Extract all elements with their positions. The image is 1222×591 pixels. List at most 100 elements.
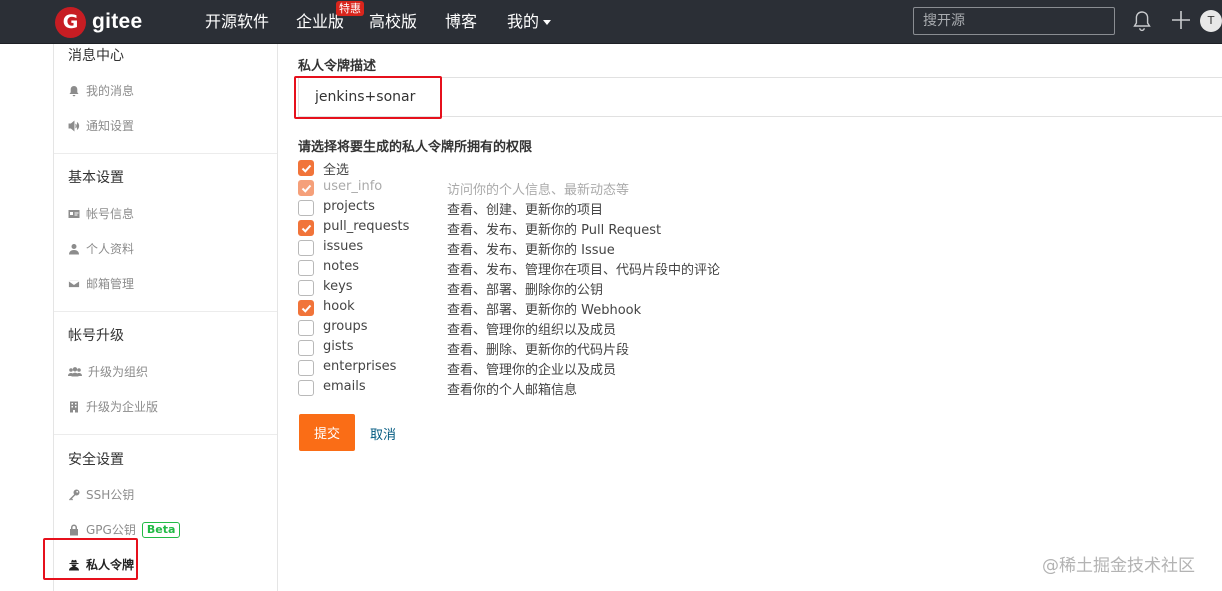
sidebar-item-email[interactable]: 邮箱管理 <box>68 275 134 292</box>
top-navbar: G gitee 开源软件 企业版 特惠 高校版 博客 我的 T <box>0 0 1222 44</box>
permission-description: 查看、部署、删除你的公钥 <box>447 283 604 298</box>
permission-row-enterprises[interactable]: enterprises 查看、管理你的企业以及成员 <box>298 358 998 378</box>
permission-name: groups <box>323 319 368 334</box>
bell-icon <box>69 85 79 96</box>
checkmark-icon <box>301 184 311 193</box>
permission-row-notes[interactable]: notes 查看、发布、管理你在项目、代码片段中的评论 <box>298 258 998 278</box>
permission-checkbox[interactable] <box>298 300 314 316</box>
sidebar-item-messages[interactable]: 我的消息 <box>68 82 134 99</box>
nav-open-source[interactable]: 开源软件 <box>205 11 269 33</box>
sidebar-item-profile[interactable]: 个人资料 <box>68 240 134 257</box>
permission-checkbox[interactable] <box>298 280 314 296</box>
plus-icon[interactable] <box>1170 9 1192 31</box>
nav-mine[interactable]: 我的 <box>507 11 552 33</box>
watermark-text: @稀土掘金技术社区 <box>1042 556 1195 576</box>
permission-row-issues[interactable]: issues 查看、发布、更新你的 Issue <box>298 238 998 258</box>
sidebar-item-label: 个人资料 <box>86 242 135 256</box>
submit-button[interactable]: 提交 <box>299 414 355 451</box>
search-input[interactable] <box>913 7 1115 35</box>
permission-checkbox[interactable] <box>298 380 314 396</box>
notification-bell-icon[interactable] <box>1133 10 1151 32</box>
building-icon <box>70 401 78 412</box>
select-all-row[interactable]: 全选 <box>298 158 998 178</box>
settings-sidebar: 消息中心 我的消息 通知设置 基本设置 帐号信息 个人资料 邮箱管理 帐号升级 … <box>53 44 278 591</box>
permission-checkbox[interactable] <box>298 220 314 236</box>
avatar[interactable]: T <box>1200 10 1222 32</box>
user-secret-icon <box>69 559 79 570</box>
sidebar-item-upgrade-enterprise[interactable]: 升级为企业版 <box>68 398 158 415</box>
gitee-logo[interactable]: G gitee <box>55 6 143 38</box>
permission-name: enterprises <box>323 359 397 374</box>
permission-row-hook[interactable]: hook 查看、部署、更新你的 Webhook <box>298 298 998 318</box>
permission-row-keys[interactable]: keys 查看、部署、删除你的公钥 <box>298 278 998 298</box>
sidebar-item-account-info[interactable]: 帐号信息 <box>68 205 134 222</box>
permission-checkbox[interactable] <box>298 340 314 356</box>
divider <box>54 153 277 154</box>
sidebar-item-ssh-keys[interactable]: SSH公钥 <box>68 486 134 503</box>
gitee-logo-icon: G <box>55 6 86 38</box>
sidebar-item-label: 帐号信息 <box>86 207 135 221</box>
permission-checkbox[interactable] <box>298 360 314 376</box>
sidebar-item-label: 我的消息 <box>86 84 135 98</box>
sidebar-item-label: 升级为企业版 <box>86 400 159 414</box>
permissions-label: 请选择将要生成的私人令牌所拥有的权限 <box>298 140 533 155</box>
permission-checkbox[interactable] <box>298 200 314 216</box>
permission-description: 查看、发布、更新你的 Issue <box>447 243 615 258</box>
nav-mine-label: 我的 <box>507 12 540 31</box>
select-all-label: 全选 <box>323 163 350 178</box>
nav-education[interactable]: 高校版 <box>369 11 417 33</box>
permission-row-emails[interactable]: emails 查看你的个人邮箱信息 <box>298 378 998 398</box>
permission-checkbox <box>298 180 314 196</box>
permission-description: 查看、管理你的组织以及成员 <box>447 323 617 338</box>
sidebar-group-title: 安全设置 <box>68 452 124 468</box>
gitee-logo-text: gitee <box>92 10 143 33</box>
sidebar-item-label: SSH公钥 <box>86 488 135 502</box>
permission-checkbox[interactable] <box>298 240 314 256</box>
sidebar-item-label: 通知设置 <box>86 119 135 133</box>
sidebar-item-notification-settings[interactable]: 通知设置 <box>68 117 134 134</box>
permission-name: gists <box>323 339 354 354</box>
permission-row-gists[interactable]: gists 查看、删除、更新你的代码片段 <box>298 338 998 358</box>
permission-description: 查看、管理你的企业以及成员 <box>447 363 617 378</box>
sidebar-item-label: GPG公钥 <box>86 523 136 537</box>
permission-name: issues <box>323 239 364 254</box>
nav-blog[interactable]: 博客 <box>445 11 477 33</box>
permission-name: hook <box>323 299 355 314</box>
permission-description: 访问你的个人信息、最新动态等 <box>447 183 630 198</box>
permission-row-user-info: user_info 访问你的个人信息、最新动态等 <box>298 178 998 198</box>
user-icon <box>69 243 79 254</box>
permission-row-pull-requests[interactable]: pull_requests 查看、发布、更新你的 Pull Request <box>298 218 998 238</box>
key-icon <box>69 489 80 500</box>
cancel-link[interactable]: 取消 <box>370 424 396 443</box>
sidebar-group-title: 基本设置 <box>68 170 124 186</box>
permission-description: 查看、发布、更新你的 Pull Request <box>447 223 662 238</box>
sidebar-item-gpg-keys[interactable]: GPG公钥 Beta <box>68 521 181 538</box>
permission-description: 查看、创建、更新你的项目 <box>447 203 604 218</box>
permission-name: notes <box>323 259 360 274</box>
speaker-icon <box>68 120 80 131</box>
select-all-checkbox[interactable] <box>298 160 314 176</box>
permission-row-projects[interactable]: projects 查看、创建、更新你的项目 <box>298 198 998 218</box>
divider <box>54 434 277 435</box>
permission-row-groups[interactable]: groups 查看、管理你的组织以及成员 <box>298 318 998 338</box>
permission-name: user_info <box>323 179 383 194</box>
token-form: 私人令牌描述 请选择将要生成的私人令牌所拥有的权限 全选 user_info 访问… <box>278 44 1222 591</box>
sidebar-item-label: 邮箱管理 <box>86 277 135 291</box>
sidebar-item-label: 升级为组织 <box>88 365 149 379</box>
permission-description: 查看、删除、更新你的代码片段 <box>447 343 630 358</box>
token-description-label: 私人令牌描述 <box>298 59 377 74</box>
token-description-input[interactable] <box>298 77 1222 117</box>
permission-checkbox[interactable] <box>298 260 314 276</box>
sidebar-group-title: 帐号升级 <box>68 328 124 344</box>
sidebar-item-private-tokens[interactable]: 私人令牌 <box>68 556 134 573</box>
lock-icon <box>70 524 78 535</box>
permission-name: keys <box>323 279 353 294</box>
permission-checkbox[interactable] <box>298 320 314 336</box>
checkmark-icon <box>301 224 311 233</box>
permission-name: projects <box>323 199 375 214</box>
sidebar-group-title: 消息中心 <box>68 48 124 64</box>
promo-badge: 特惠 <box>336 1 364 16</box>
permission-name: pull_requests <box>323 219 410 234</box>
sidebar-item-upgrade-org[interactable]: 升级为组织 <box>68 363 148 380</box>
id-card-icon <box>68 209 80 218</box>
